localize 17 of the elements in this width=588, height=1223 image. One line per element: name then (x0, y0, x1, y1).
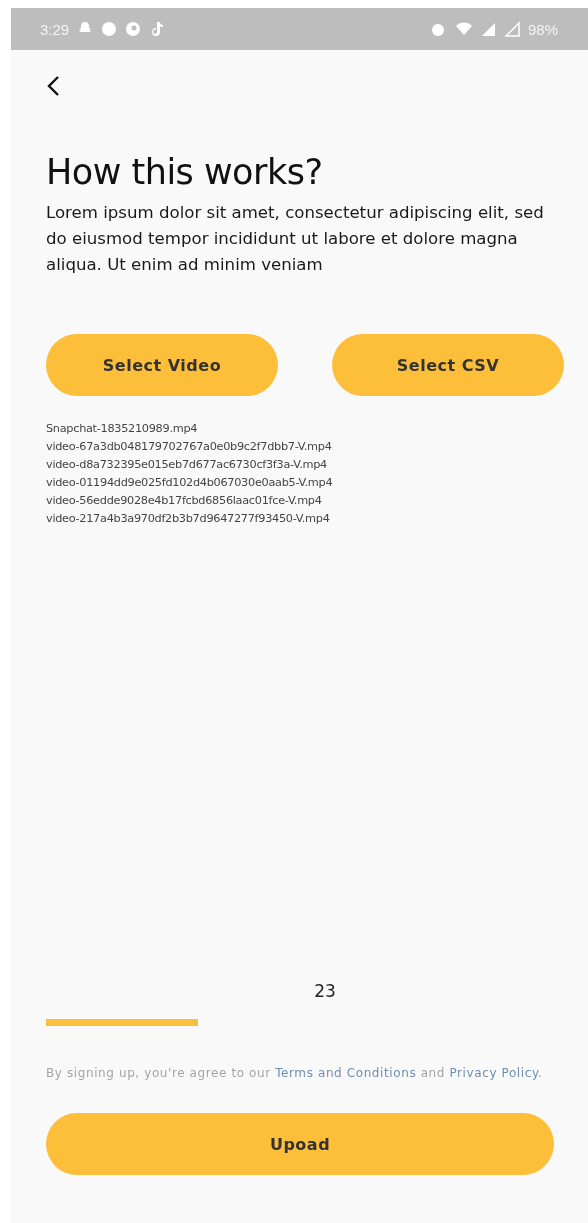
file-name: video-217a4b3a970df2b3b7d9647277f93450-V.mp4 (46, 511, 331, 527)
file-name: video-01194dd9e025fd102d4b067030e0aab5-V.mp4 (46, 475, 334, 491)
music-note-icon (149, 21, 166, 37)
file-name: video-56edde9028e4b17fcbd6856laac01fce-V.mp4 (46, 493, 323, 509)
signal-icon (503, 21, 520, 37)
file-name: video-d8a732395e015eb7d677ac6730cf3f3a-V.mp4 (46, 457, 328, 473)
upload-button[interactable]: Upoad (46, 1113, 554, 1175)
select-button[interactable]: Select Video (46, 334, 278, 396)
description-text: Lorem ipsum dolor sit amet, consectetur adipiscing elit, sed do eiusmod tempor incididunt ut labore et dolore magna aliqua. Ut enim ad minim veniam (46, 202, 545, 276)
back-icon[interactable] (46, 75, 60, 97)
file-name: Snapchat-1835210989.mp4 (46, 421, 199, 437)
wifi-icon (453, 21, 472, 37)
page-title: How this works? (46, 152, 324, 192)
file-name: video-67a3db048179702767a0e0b9c2f7dbb7-V.mp4 (46, 439, 333, 455)
count-label: 23 (314, 981, 336, 1001)
terms-text: By signing up, you're agree to our Terms and Conditions and Privacy Policy. (46, 1065, 544, 1082)
select-button[interactable]: Select CSV (332, 334, 564, 396)
